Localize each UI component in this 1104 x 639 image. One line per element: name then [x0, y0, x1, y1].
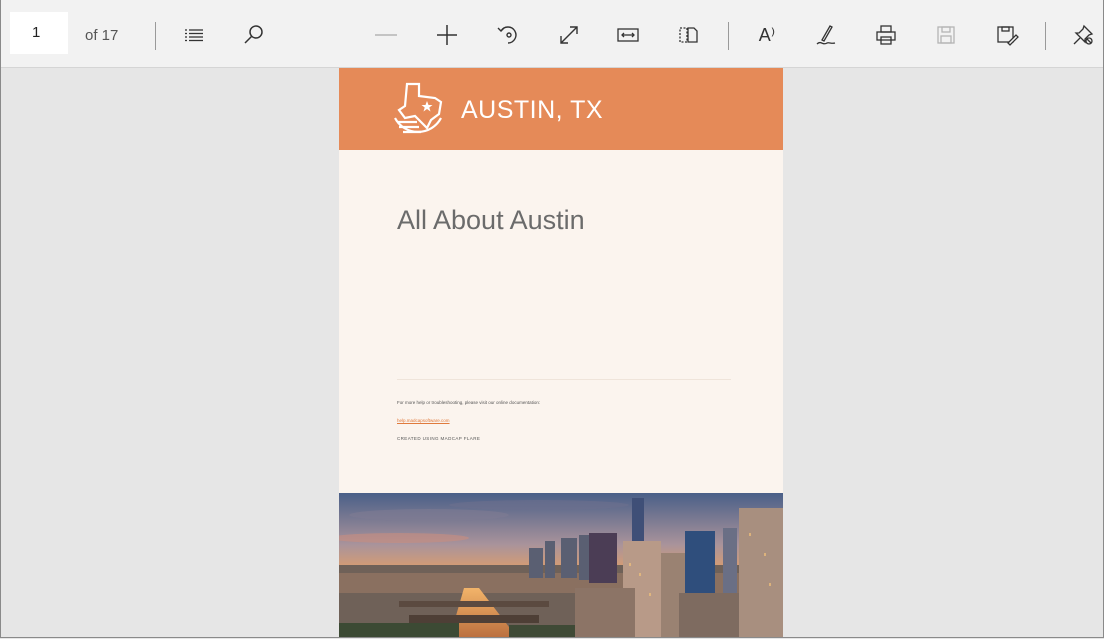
- save-as-icon: [997, 26, 1019, 46]
- draw-button[interactable]: [810, 19, 842, 51]
- created-with-text: CREATED USING MADCAP FLARE: [397, 436, 481, 441]
- zoom-out-button[interactable]: [370, 19, 402, 51]
- print-icon: [876, 25, 896, 45]
- save-icon: [937, 26, 955, 44]
- rotate-icon: [497, 26, 517, 44]
- search-button[interactable]: [238, 19, 270, 51]
- contents-button[interactable]: [178, 19, 210, 51]
- zoom-in-icon: [437, 25, 457, 45]
- toolbar-divider: [1045, 22, 1046, 50]
- city-heading: AUSTIN, TX: [461, 96, 604, 124]
- pdf-viewer: 1 of 17 A⁾ AUSTIN, TX All About Austin F…: [0, 0, 1104, 638]
- zoom-out-icon: [375, 34, 397, 36]
- fit-width-icon: [617, 28, 639, 42]
- divider: [397, 379, 731, 380]
- help-link[interactable]: help.madcapsoftware.com: [397, 418, 450, 423]
- help-text: For more help or troubleshooting, please…: [397, 400, 541, 405]
- pin-button[interactable]: [1067, 19, 1099, 51]
- page-count: of 17: [85, 27, 119, 44]
- page-number-input[interactable]: 1: [10, 12, 68, 54]
- read-aloud-icon: A⁾: [758, 24, 776, 45]
- fullscreen-button[interactable]: [553, 19, 585, 51]
- contents-icon: [185, 29, 203, 42]
- save-button[interactable]: [930, 19, 962, 51]
- zoom-in-button[interactable]: [431, 19, 463, 51]
- rotate-button[interactable]: [492, 19, 524, 51]
- fit-width-button[interactable]: [612, 19, 644, 51]
- document-page: AUSTIN, TX All About Austin For more hel…: [339, 68, 783, 637]
- page-view-icon: [679, 27, 698, 43]
- texas-logo-icon: [394, 82, 443, 134]
- read-aloud-button[interactable]: A⁾: [751, 19, 783, 51]
- save-as-button[interactable]: [991, 19, 1023, 51]
- austin-skyline-photo: [339, 493, 783, 637]
- print-button[interactable]: [870, 19, 902, 51]
- document-title: All About Austin: [397, 205, 585, 235]
- pin-icon: [1073, 24, 1094, 45]
- page-header: AUSTIN, TX: [339, 68, 783, 150]
- search-icon: [244, 25, 263, 44]
- draw-icon: [816, 25, 836, 45]
- toolbar: 1 of 17 A⁾: [1, 0, 1103, 68]
- fullscreen-icon: [560, 26, 578, 44]
- page-view-button[interactable]: [672, 19, 704, 51]
- toolbar-divider: [728, 22, 729, 50]
- toolbar-divider: [155, 22, 156, 50]
